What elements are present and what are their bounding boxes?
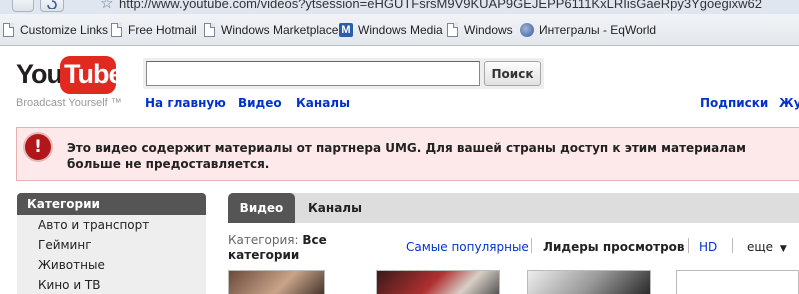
bookmark-label: Free Hotmail [128, 23, 197, 37]
bookmark-label: Интегралы - EqWorld [539, 23, 657, 37]
search-button[interactable]: Поиск [484, 61, 541, 86]
category-filter[interactable]: Категория: Все категории [228, 233, 328, 263]
sort-hd[interactable]: HD [699, 240, 717, 254]
bookmark-label: Windows Marketplace [221, 23, 339, 37]
nav-channels[interactable]: Каналы [296, 96, 350, 110]
video-thumbnail[interactable] [376, 270, 500, 294]
nav-home[interactable]: На главную [145, 96, 226, 110]
alert-box: ! Это видео содержит материалы от партне… [16, 127, 799, 181]
nav-journal[interactable]: Жу [779, 96, 799, 110]
categories-list: Авто и транспорт Гейминг Животные Кино и… [17, 215, 206, 294]
bookmark-label: Customize Links [20, 23, 109, 37]
more-label: еще [747, 240, 774, 254]
tab-channels[interactable]: Каналы [308, 193, 362, 223]
more-dropdown[interactable]: еще ▼ [747, 240, 787, 254]
categories-header: Категории [17, 193, 206, 215]
logo-you: You [16, 59, 63, 89]
nav-videos[interactable]: Видео [238, 96, 282, 110]
url-field[interactable]: http://www.youtube.com/videos?ytsession=… [119, 0, 762, 11]
page-icon [111, 23, 122, 37]
category-animals[interactable]: Животные [38, 258, 105, 272]
divider [688, 238, 689, 253]
logo-tube: Tube [64, 59, 123, 89]
video-thumbnail[interactable] [676, 270, 799, 294]
page-icon [204, 23, 215, 37]
sort-most-popular[interactable]: Самые популярные [406, 240, 529, 254]
refresh-button[interactable] [40, 0, 64, 12]
tab-videos[interactable]: Видео [228, 193, 295, 223]
category-gaming[interactable]: Гейминг [38, 238, 92, 252]
bookmark-label: Windows Media [358, 23, 443, 37]
sort-top-viewed[interactable]: Лидеры просмотров [543, 240, 685, 254]
divider [732, 238, 733, 253]
exclamation-icon: ! [25, 134, 51, 160]
page-icon [3, 23, 14, 37]
bookmarks-bar: Customize Links Free Hotmail Windows Mar… [0, 14, 799, 46]
page-icon [447, 23, 458, 37]
bookmark-windows-marketplace[interactable]: Windows Marketplace [204, 22, 338, 38]
search-input[interactable] [146, 61, 480, 86]
nav-subscriptions[interactable]: Подписки [700, 96, 768, 110]
triangle-down-icon: ▼ [779, 244, 787, 254]
bookmark-label: Windows [464, 23, 513, 37]
bookmark-windows-media[interactable]: M Windows Media [339, 22, 443, 38]
slogan: Broadcast Yourself ™ [16, 97, 122, 109]
bookmark-windows[interactable]: Windows [447, 22, 513, 38]
bookmark-customize-links[interactable]: Customize Links [3, 22, 108, 38]
address-strip: ☆ http://www.youtube.com/videos?ytsessio… [0, 0, 799, 14]
msn-icon: M [339, 23, 353, 37]
refresh-icon [47, 0, 57, 9]
category-film-tv[interactable]: Кино и ТВ [38, 278, 101, 292]
alert-text: Это видео содержит материалы от партнера… [67, 141, 746, 171]
category-auto[interactable]: Авто и транспорт [38, 218, 149, 232]
youtube-logo[interactable]: You Tube [16, 55, 123, 95]
bookmark-eqworld[interactable]: Интегралы - EqWorld [520, 22, 656, 38]
video-thumbnail[interactable] [228, 270, 325, 294]
video-thumbnail[interactable] [527, 270, 651, 294]
divider [531, 238, 532, 253]
logo-tube-box: Tube [60, 56, 123, 94]
globe-icon [520, 23, 534, 37]
star-icon[interactable]: ☆ [100, 0, 113, 11]
category-filter-label: Категория: [228, 233, 299, 247]
bookmark-free-hotmail[interactable]: Free Hotmail [111, 22, 197, 38]
back-button[interactable] [12, 0, 34, 12]
